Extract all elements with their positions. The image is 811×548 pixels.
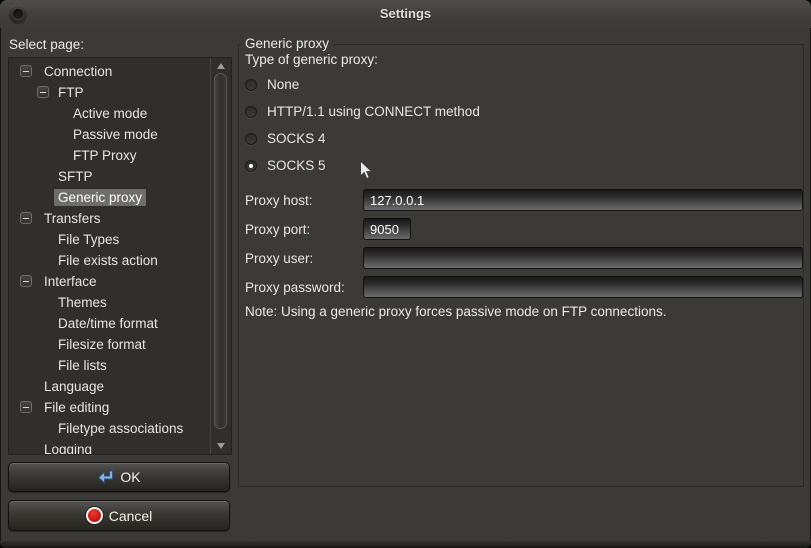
tree-item-generic-proxy: Generic proxy <box>9 187 210 208</box>
tree-item-active-mode: Active mode <box>9 103 210 124</box>
tree-item-label[interactable]: FTP Proxy <box>69 147 141 164</box>
tree-item-file-editing: File editing <box>9 397 210 418</box>
proxy-host-label: Proxy host: <box>245 193 363 208</box>
tree-item-interface: Interface <box>9 271 210 292</box>
tree-item-label[interactable]: Filetype associations <box>54 420 187 437</box>
radio-label[interactable]: HTTP/1.1 using CONNECT method <box>267 104 480 119</box>
field-row-proxy-password: Proxy password: <box>245 276 797 298</box>
radio-button[interactable] <box>245 106 257 118</box>
radio-label[interactable]: None <box>267 77 299 92</box>
tree-item-label[interactable]: Active mode <box>69 105 151 122</box>
tree-item-file-lists: File lists <box>9 355 210 376</box>
titlebar: Settings <box>0 0 811 28</box>
minus-expander-icon[interactable] <box>20 212 32 224</box>
select-page-label: Select page: <box>9 37 84 52</box>
tree-item-label[interactable]: Language <box>40 378 108 395</box>
minus-glyph <box>23 218 29 219</box>
minus-expander-icon[interactable] <box>20 401 32 413</box>
radio-button[interactable] <box>245 79 257 91</box>
generic-proxy-group: Generic proxy Type of generic proxy: Non… <box>238 44 804 487</box>
tree-item-transfers: Transfers <box>9 208 210 229</box>
tree-item-label[interactable]: Generic proxy <box>54 189 146 206</box>
tree-item-label[interactable]: SFTP <box>54 168 97 185</box>
tree-item-file-exists-action: File exists action <box>9 250 210 271</box>
minus-glyph <box>23 71 29 72</box>
proxy-user-input[interactable] <box>363 247 803 269</box>
cancel-button-label: Cancel <box>109 508 153 524</box>
tree-item-label[interactable]: Logging <box>40 441 96 454</box>
scrollbar-thumb[interactable] <box>214 73 227 429</box>
tree-item-file-types: File Types <box>9 229 210 250</box>
group-title: Generic proxy <box>241 36 333 51</box>
scroll-up-icon[interactable] <box>217 63 225 69</box>
tree-item-label[interactable]: File editing <box>40 399 113 416</box>
tree-item-themes: Themes <box>9 292 210 313</box>
field-row-proxy-port: Proxy port: <box>245 218 797 240</box>
tree-item-label[interactable]: FTP <box>54 84 88 101</box>
proxy-port-label: Proxy port: <box>245 222 363 237</box>
tree-item-filesize-format: Filesize format <box>9 334 210 355</box>
radio-option-socks-5: SOCKS 5 <box>245 152 803 179</box>
screen: Settings Select page: Connection FTP Activ… <box>0 0 811 548</box>
return-arrow-icon <box>97 470 114 484</box>
field-row-proxy-user: Proxy user: <box>245 247 797 269</box>
type-of-proxy-label: Type of generic proxy: <box>245 52 803 67</box>
ok-button[interactable]: OK <box>8 462 230 492</box>
proxy-user-label: Proxy user: <box>245 251 363 266</box>
tree-item-label[interactable]: Interface <box>40 273 101 290</box>
proxy-port-input[interactable] <box>363 218 411 240</box>
tree-item-connection: Connection <box>9 61 210 82</box>
radio-option-socks-4: SOCKS 4 <box>245 125 803 152</box>
tree-item-label[interactable]: File exists action <box>54 252 162 269</box>
tree-items: Connection FTP Active mode Passive mode FTP … <box>9 58 210 454</box>
tree-item-sftp: SFTP <box>9 166 210 187</box>
minus-expander-icon[interactable] <box>20 65 32 77</box>
minus-glyph <box>23 407 29 408</box>
settings-window: Settings Select page: Connection FTP Activ… <box>0 0 811 548</box>
tree-item-label[interactable]: Date/time format <box>54 315 162 332</box>
tree-item-ftp: FTP <box>9 82 210 103</box>
radio-button[interactable] <box>245 160 257 172</box>
tree-item-label[interactable]: Connection <box>40 63 116 80</box>
tree-item-logging: Logging <box>9 439 210 454</box>
tree-item-label[interactable]: Passive mode <box>69 126 162 143</box>
proxy-fields: Proxy host: Proxy port: Proxy user: Proxy p… <box>245 189 797 305</box>
minus-glyph <box>23 281 29 282</box>
radio-label[interactable]: SOCKS 5 <box>267 158 326 173</box>
radio-option-http-1-1-using-connect-method: HTTP/1.1 using CONNECT method <box>245 98 803 125</box>
proxy-type-radio-group: None HTTP/1.1 using CONNECT method SOCKS 4… <box>245 71 803 179</box>
tree-item-label[interactable]: Transfers <box>40 210 105 227</box>
tree-item-label[interactable]: Themes <box>54 294 111 311</box>
note-text: Note: Using a generic proxy forces passi… <box>245 304 666 319</box>
stop-sign-icon <box>86 507 103 524</box>
cancel-button[interactable]: Cancel <box>8 500 230 531</box>
tree-scrollbar[interactable] <box>210 58 231 454</box>
tree-item-label[interactable]: File lists <box>54 357 111 374</box>
scroll-down-icon[interactable] <box>217 443 225 449</box>
tree-item-date-time-format: Date/time format <box>9 313 210 334</box>
field-row-proxy-host: Proxy host: <box>245 189 797 211</box>
proxy-password-label: Proxy password: <box>245 280 363 295</box>
tree-item-filetype-associations: Filetype associations <box>9 418 210 439</box>
window-title: Settings <box>0 6 811 21</box>
minus-expander-icon[interactable] <box>20 275 32 287</box>
proxy-host-input[interactable] <box>363 189 803 211</box>
radio-button[interactable] <box>245 133 257 145</box>
tree-item-language: Language <box>9 376 210 397</box>
tree-item-label[interactable]: File Types <box>54 231 123 248</box>
page-tree: Connection FTP Active mode Passive mode FTP … <box>8 57 232 455</box>
radio-label[interactable]: SOCKS 4 <box>267 131 326 146</box>
ok-button-label: OK <box>120 469 140 485</box>
mouse-cursor <box>359 160 374 181</box>
minus-glyph <box>40 92 46 93</box>
radio-option-none: None <box>245 71 803 98</box>
window-bottom-edge <box>0 541 811 548</box>
minus-expander-icon[interactable] <box>37 86 49 98</box>
proxy-password-input[interactable] <box>363 276 803 298</box>
tree-item-ftp-proxy: FTP Proxy <box>9 145 210 166</box>
tree-item-label[interactable]: Filesize format <box>54 336 150 353</box>
tree-item-passive-mode: Passive mode <box>9 124 210 145</box>
